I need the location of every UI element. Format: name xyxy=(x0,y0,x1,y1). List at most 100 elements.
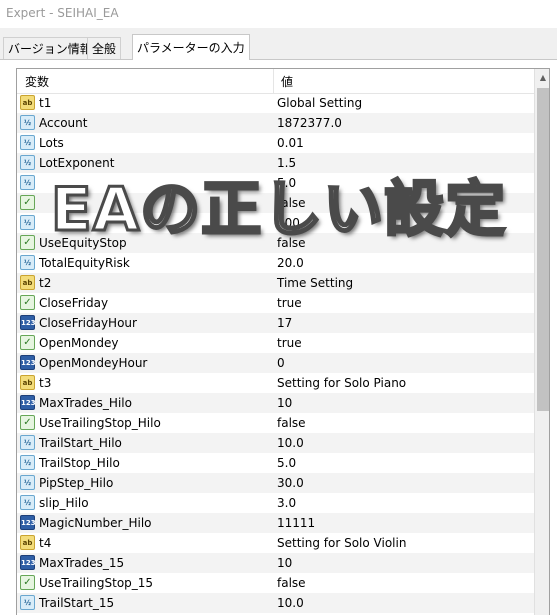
parameter-value[interactable]: 0 xyxy=(277,356,285,370)
parameter-row[interactable]: ½ TrailStop_Hilo 5.0 xyxy=(17,453,534,473)
window-titlebar: Expert - SEIHAI_EA xyxy=(0,0,557,28)
parameter-row[interactable]: ½ Lots 0.01 xyxy=(17,133,534,153)
parameter-row[interactable]: 123 MagicNumber_Hilo 11111 xyxy=(17,513,534,533)
parameter-value[interactable]: 10.0 xyxy=(277,596,304,610)
string-type-icon: ab xyxy=(20,95,35,110)
parameter-row[interactable]: ab t1 Global Setting xyxy=(17,93,534,113)
parameter-value[interactable]: 10 xyxy=(277,556,292,570)
string-type-icon: ab xyxy=(20,535,35,550)
double-type-icon: ½ xyxy=(20,475,35,490)
parameter-row[interactable]: 123 OpenMondeyHour 0 xyxy=(17,353,534,373)
column-divider[interactable] xyxy=(273,69,274,93)
parameter-row[interactable]: ½ 100 xyxy=(17,213,534,233)
parameter-value[interactable]: false xyxy=(277,196,306,210)
parameter-value[interactable]: false xyxy=(277,576,306,590)
parameter-row[interactable]: ✓ OpenMondey true xyxy=(17,333,534,353)
string-type-icon: ab xyxy=(20,275,35,290)
parameter-row[interactable]: 123 MaxTrades_Hilo 10 xyxy=(17,393,534,413)
parameter-grid: 変数 値 ab t1 Global Setting ½ Account 1872377.0… xyxy=(16,68,550,615)
parameter-name: OpenMondey xyxy=(39,336,119,350)
parameter-value[interactable]: 20.0 xyxy=(277,256,304,270)
parameter-name: TrailStop_Hilo xyxy=(39,456,120,470)
parameter-name: t4 xyxy=(39,536,52,550)
parameter-row[interactable]: 123 MaxTrades_15 10 xyxy=(17,553,534,573)
parameter-value[interactable]: Setting for Solo Piano xyxy=(277,376,406,390)
tab-version-info[interactable]: バージョン情報 xyxy=(3,37,97,59)
integer-type-icon: 123 xyxy=(20,315,36,330)
integer-type-icon: 123 xyxy=(20,395,36,410)
parameter-name: t3 xyxy=(39,376,52,390)
parameter-name: Account xyxy=(39,116,88,130)
grid-header: 変数 値 xyxy=(17,69,534,94)
parameter-rows: ab t1 Global Setting ½ Account 1872377.0 ½ Lots… xyxy=(17,93,534,613)
parameter-value[interactable]: false xyxy=(277,416,306,430)
double-type-icon: ½ xyxy=(20,175,35,190)
double-type-icon: ½ xyxy=(20,595,35,610)
scrollbar-thumb[interactable] xyxy=(537,88,549,411)
parameter-row[interactable]: ½ TrailStart_Hilo 10.0 xyxy=(17,433,534,453)
bool-type-icon: ✓ xyxy=(20,575,35,590)
parameter-value[interactable]: true xyxy=(277,336,302,350)
parameter-name: slip_Hilo xyxy=(39,496,89,510)
parameter-value[interactable]: 17 xyxy=(277,316,292,330)
parameter-row[interactable]: ½ LotExponent 1.5 xyxy=(17,153,534,173)
parameter-value[interactable]: 30.0 xyxy=(277,476,304,490)
parameter-name: OpenMondeyHour xyxy=(39,356,148,370)
parameter-row[interactable]: ½ PipStep_Hilo 30.0 xyxy=(17,473,534,493)
double-type-icon: ½ xyxy=(20,255,35,270)
window-title: Expert - SEIHAI_EA xyxy=(6,6,119,20)
parameter-row[interactable]: ½ slip_Hilo 3.0 xyxy=(17,493,534,513)
parameter-value[interactable]: Time Setting xyxy=(277,276,353,290)
parameter-name: TrailStart_15 xyxy=(39,596,115,610)
parameter-row[interactable]: ✓ UseTrailingStop_15 false xyxy=(17,573,534,593)
tab-bar: バージョン情報 全般 パラメーターの入力 xyxy=(0,34,557,60)
parameter-name: t2 xyxy=(39,276,52,290)
parameter-name: Lots xyxy=(39,136,64,150)
parameter-value[interactable]: 1872377.0 xyxy=(277,116,342,130)
bool-type-icon: ✓ xyxy=(20,295,35,310)
parameter-row[interactable]: ½ Account 1872377.0 xyxy=(17,113,534,133)
parameter-row[interactable]: ✓ UseTrailingStop_Hilo false xyxy=(17,413,534,433)
parameter-value[interactable]: 11111 xyxy=(277,516,315,530)
parameter-value[interactable]: 1.5 xyxy=(277,156,296,170)
vertical-scrollbar[interactable]: ▲ xyxy=(534,69,549,615)
parameter-value[interactable]: 5.0 xyxy=(277,456,296,470)
parameter-value[interactable]: false xyxy=(277,236,306,250)
parameter-row[interactable]: ab t3 Setting for Solo Piano xyxy=(17,373,534,393)
bool-type-icon: ✓ xyxy=(20,235,35,250)
parameter-value[interactable]: 5.0 xyxy=(277,176,296,190)
double-type-icon: ½ xyxy=(20,215,35,230)
double-type-icon: ½ xyxy=(20,155,35,170)
parameter-row[interactable]: ✓ CloseFriday true xyxy=(17,293,534,313)
parameter-value[interactable]: 100 xyxy=(277,216,300,230)
parameter-row[interactable]: 123 CloseFridayHour 17 xyxy=(17,313,534,333)
tab-input-parameters[interactable]: パラメーターの入力 xyxy=(132,34,250,60)
double-type-icon: ½ xyxy=(20,455,35,470)
parameter-name: MaxTrades_15 xyxy=(39,556,125,570)
parameter-value[interactable]: Global Setting xyxy=(277,96,362,110)
parameter-row[interactable]: ✓ false xyxy=(17,193,534,213)
parameter-value[interactable]: Setting for Solo Violin xyxy=(277,536,406,550)
parameter-value[interactable]: 10.0 xyxy=(277,436,304,450)
tab-general[interactable]: 全般 xyxy=(87,37,122,59)
parameter-row[interactable]: ½ TotalEquityRisk 20.0 xyxy=(17,253,534,273)
scroll-up-arrow-icon[interactable]: ▲ xyxy=(535,69,549,86)
parameter-name: TotalEquityRisk xyxy=(39,256,130,270)
parameter-row[interactable]: ½ 5.0 xyxy=(17,173,534,193)
parameter-name: t1 xyxy=(39,96,52,110)
parameter-row[interactable]: ab t2 Time Setting xyxy=(17,273,534,293)
double-type-icon: ½ xyxy=(20,435,35,450)
parameter-name: MaxTrades_Hilo xyxy=(39,396,132,410)
parameter-value[interactable]: 10 xyxy=(277,396,292,410)
integer-type-icon: 123 xyxy=(20,355,36,370)
parameter-value[interactable]: 3.0 xyxy=(277,496,296,510)
parameter-value[interactable]: 0.01 xyxy=(277,136,304,150)
parameter-value[interactable]: true xyxy=(277,296,302,310)
parameter-row[interactable]: ✓ UseEquityStop false xyxy=(17,233,534,253)
parameter-row[interactable]: ½ TrailStart_15 10.0 xyxy=(17,593,534,613)
parameter-name: MagicNumber_Hilo xyxy=(39,516,152,530)
bool-type-icon: ✓ xyxy=(20,415,35,430)
parameter-row[interactable]: ab t4 Setting for Solo Violin xyxy=(17,533,534,553)
column-header-value[interactable]: 値 xyxy=(281,73,293,90)
column-header-variable[interactable]: 変数 xyxy=(25,73,49,90)
